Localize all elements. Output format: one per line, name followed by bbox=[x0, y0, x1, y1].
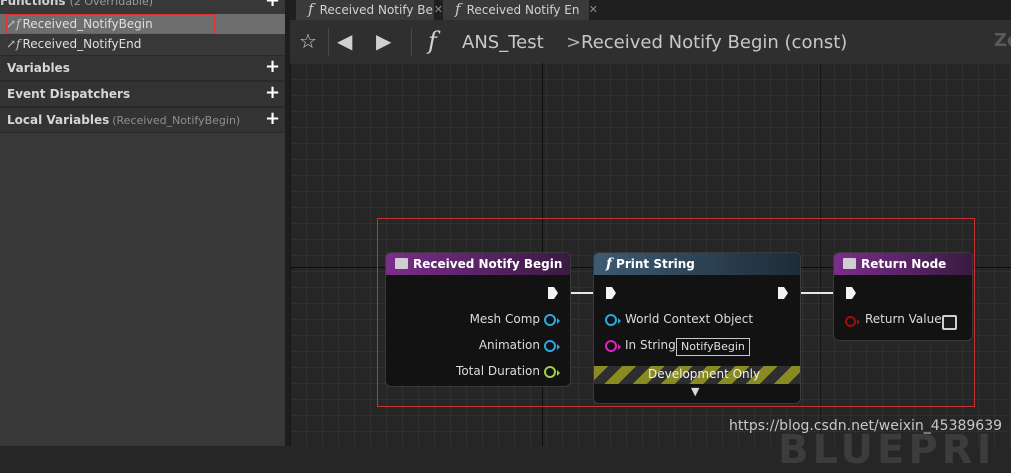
zoom-label: Zo bbox=[994, 30, 1011, 51]
development-only-label: Development Only bbox=[648, 367, 761, 381]
expand-arrow-icon[interactable]: ▼ bbox=[691, 385, 699, 398]
function-icon: f bbox=[428, 27, 437, 55]
node-title: Received Notify Begin bbox=[413, 257, 563, 271]
section-local-variables[interactable]: Local Variables (Received_NotifyBegin) + bbox=[0, 107, 285, 133]
blueprint-overlay-text: BLUEPRI bbox=[778, 427, 996, 473]
pin-arrow-icon bbox=[618, 344, 621, 350]
return-value-checkbox[interactable] bbox=[942, 315, 957, 330]
breadcrumb-separator: > bbox=[566, 32, 582, 53]
add-variable-button[interactable]: + bbox=[264, 58, 281, 76]
pin-label: Return Value bbox=[865, 312, 942, 326]
object-pin[interactable] bbox=[544, 340, 556, 352]
tab-received-notify-end[interactable]: f Received Notify En ✕ bbox=[443, 0, 598, 20]
grid-axis-line bbox=[290, 63, 291, 446]
pin-label: Total Duration bbox=[456, 364, 540, 378]
section-label: Variables bbox=[7, 61, 70, 75]
pin-arrow-icon bbox=[618, 318, 621, 324]
node-header[interactable]: Received Notify Begin bbox=[386, 253, 570, 275]
node-title: Print String bbox=[616, 257, 695, 271]
tab-label: Received Notify Be bbox=[319, 3, 433, 17]
close-icon[interactable]: ✕ bbox=[589, 0, 598, 19]
float-pin[interactable] bbox=[544, 366, 556, 378]
function-icon: f bbox=[455, 0, 461, 18]
functions-label: Functions bbox=[0, 0, 66, 8]
tab-received-notify-begin[interactable]: f Received Notify Be ✕ bbox=[296, 0, 443, 20]
node-header[interactable]: f Print String bbox=[594, 253, 800, 275]
function-icon: f bbox=[308, 0, 314, 18]
in-string-input[interactable]: NotifyBegin bbox=[676, 338, 750, 356]
exec-in-pin[interactable] bbox=[606, 287, 616, 299]
add-local-variable-button[interactable]: + bbox=[264, 110, 281, 128]
watermark-text: https://blog.csdn.net/weixin_45389639 bbox=[729, 418, 1003, 434]
pin-label: Mesh Comp bbox=[469, 312, 540, 326]
pin-label: Animation bbox=[478, 338, 540, 352]
graph-toolbar: ☆ ◀ ▶ f ANS_Test > Received Notify Begin… bbox=[290, 20, 1011, 63]
pin-arrow-icon bbox=[557, 318, 560, 324]
string-pin[interactable] bbox=[605, 340, 617, 352]
bool-pin[interactable] bbox=[845, 316, 856, 327]
return-icon bbox=[843, 258, 856, 269]
selection-outline bbox=[6, 14, 215, 34]
arrow-left-icon[interactable]: ◀ bbox=[337, 31, 352, 51]
function-item-received-notifyend[interactable]: ↗f Received_NotifyEnd bbox=[6, 35, 141, 53]
exec-in-pin[interactable] bbox=[846, 287, 856, 299]
functions-section-header[interactable]: Functions (2 Overridable) + bbox=[0, 0, 285, 10]
function-item-label: Received_NotifyEnd bbox=[22, 37, 142, 51]
pin-label: In String bbox=[625, 338, 676, 352]
node-print-string[interactable]: f Print String World Context Object In St… bbox=[594, 253, 800, 403]
add-event-dispatcher-button[interactable]: + bbox=[264, 84, 281, 102]
section-context: (Received_NotifyBegin) bbox=[112, 114, 241, 127]
object-pin[interactable] bbox=[605, 314, 617, 326]
pin-arrow-icon bbox=[857, 319, 860, 325]
section-event-dispatchers[interactable]: Event Dispatchers + bbox=[0, 81, 285, 107]
event-icon bbox=[395, 258, 408, 269]
pin-arrow-icon bbox=[557, 344, 560, 350]
breadcrumb-root[interactable]: ANS_Test bbox=[462, 32, 544, 53]
node-return[interactable]: Return Node Return Value bbox=[834, 253, 972, 340]
arrow-right-icon[interactable]: ▶ bbox=[376, 31, 391, 51]
pin-label: World Context Object bbox=[625, 312, 754, 326]
pin-arrow-icon bbox=[557, 370, 560, 376]
section-label: Event Dispatchers bbox=[7, 87, 131, 101]
close-icon[interactable]: ✕ bbox=[434, 0, 443, 19]
section-label: Local Variables bbox=[7, 113, 110, 127]
functions-overridable-count: (2 Overridable) bbox=[69, 0, 154, 8]
tab-label: Received Notify En bbox=[466, 3, 580, 17]
node-title: Return Node bbox=[861, 257, 947, 271]
add-function-button[interactable]: + bbox=[264, 0, 281, 10]
function-icon: f bbox=[606, 256, 613, 272]
node-header[interactable]: Return Node bbox=[834, 253, 972, 275]
toolbar-divider bbox=[328, 28, 329, 56]
toolbar-divider bbox=[411, 28, 412, 56]
object-pin[interactable] bbox=[544, 314, 556, 326]
document-tab-bar: f Received Notify Be ✕ f Received Notify E… bbox=[290, 0, 1011, 20]
star-icon[interactable]: ☆ bbox=[299, 31, 317, 51]
exec-out-pin[interactable] bbox=[548, 287, 558, 299]
exec-out-pin[interactable] bbox=[778, 287, 788, 299]
breadcrumb-current: Received Notify Begin (const) bbox=[581, 32, 848, 53]
function-icon: ↗f bbox=[6, 37, 21, 51]
node-received-notify-begin[interactable]: Received Notify Begin Mesh Comp Animatio… bbox=[386, 253, 570, 386]
my-blueprint-panel: Functions (2 Overridable) + ↗f Received_No… bbox=[0, 0, 285, 446]
section-variables[interactable]: Variables + bbox=[0, 55, 285, 81]
